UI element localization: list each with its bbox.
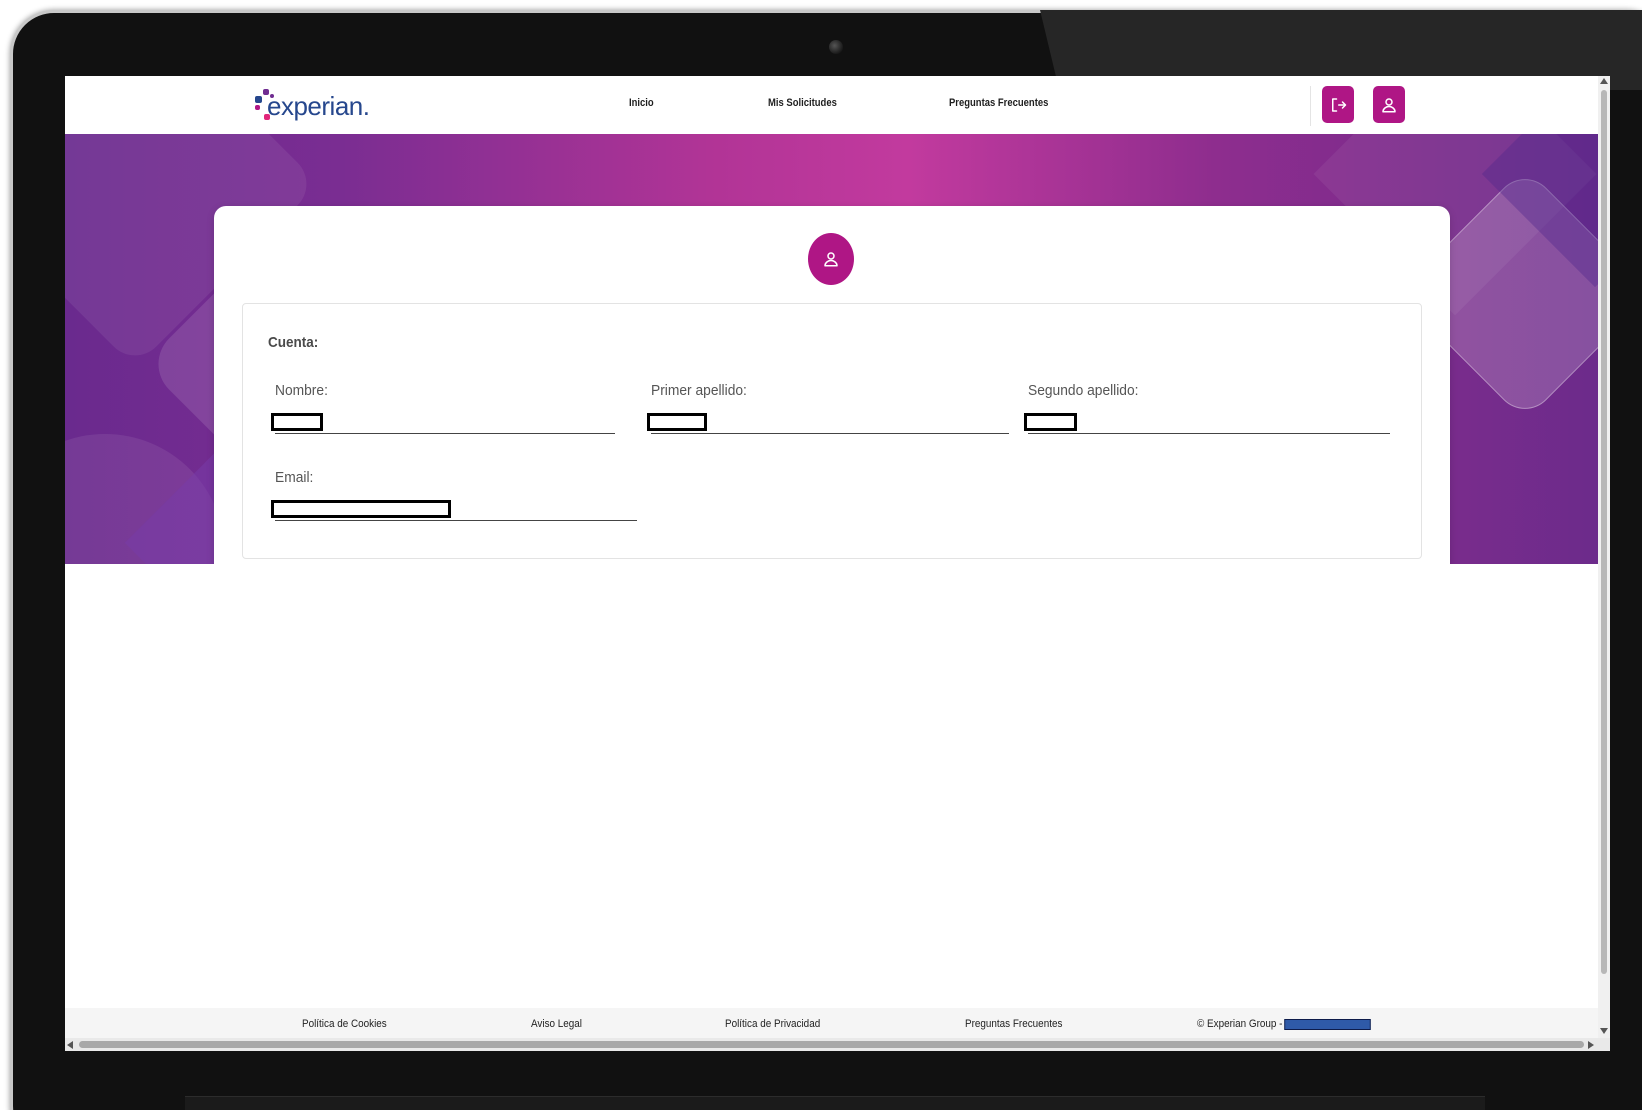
experian-logo[interactable]: experian. <box>255 86 370 126</box>
account-section-title: Cuenta: <box>268 334 319 351</box>
footer-faq-link[interactable]: Preguntas Frecuentes <box>965 1018 1062 1030</box>
scroll-left-icon[interactable] <box>67 1041 73 1049</box>
copyright-text: © Experian Group - <box>1197 1018 1283 1030</box>
browser-viewport: experian. Inicio Mis Solicitudes Pregunt… <box>65 76 1610 1051</box>
top-header: experian. Inicio Mis Solicitudes Pregunt… <box>65 76 1598 134</box>
footer-cookies-link[interactable]: Política de Cookies <box>302 1018 387 1030</box>
footer-copyright: © Experian Group - <box>1197 1018 1371 1030</box>
scroll-up-icon[interactable] <box>1600 78 1608 84</box>
account-panel: Cuenta: Nombre: Primer apellido: Segundo… <box>242 303 1422 559</box>
redacted-value <box>1024 413 1077 431</box>
nombre-input[interactable] <box>271 410 615 434</box>
logout-button[interactable] <box>1322 86 1354 123</box>
email-input[interactable] <box>271 497 637 521</box>
segundo-apellido-label: Segundo apellido: <box>1028 382 1139 399</box>
scroll-right-icon[interactable] <box>1588 1041 1594 1049</box>
redacted-value <box>271 500 451 518</box>
nombre-field: Nombre: <box>271 382 615 434</box>
nombre-label: Nombre: <box>275 382 328 399</box>
segundo-apellido-field: Segundo apellido: <box>1024 382 1390 434</box>
profile-avatar <box>808 233 854 285</box>
horizontal-scroll-thumb[interactable] <box>79 1041 1584 1048</box>
page-footer: Política de Cookies Aviso Legal Política… <box>65 1008 1598 1038</box>
nav-inicio[interactable]: Inicio <box>629 97 654 109</box>
horizontal-scrollbar[interactable] <box>65 1038 1610 1051</box>
logo-dot <box>255 96 262 103</box>
primer-apellido-input[interactable] <box>647 410 1009 434</box>
logo-text: experian. <box>267 91 370 121</box>
primer-apellido-label: Primer apellido: <box>651 382 747 399</box>
profile-button[interactable] <box>1373 86 1405 123</box>
primer-apellido-field: Primer apellido: <box>647 382 1009 434</box>
segundo-apellido-input[interactable] <box>1024 410 1390 434</box>
nav-mis-solicitudes[interactable]: Mis Solicitudes <box>768 97 837 109</box>
email-field: Email: <box>271 469 637 521</box>
hero-banner: Cuenta: Nombre: Primer apellido: Segundo… <box>65 134 1598 564</box>
laptop-chin <box>185 1096 1485 1110</box>
redacted-value <box>647 413 707 431</box>
user-icon <box>1382 97 1396 112</box>
footer-privacidad-link[interactable]: Política de Privacidad <box>725 1018 820 1030</box>
nav-preguntas-frecuentes[interactable]: Preguntas Frecuentes <box>949 97 1048 109</box>
redacted-value <box>1284 1018 1371 1030</box>
logout-icon <box>1332 97 1347 112</box>
vertical-scroll-thumb[interactable] <box>1601 90 1607 974</box>
webcam <box>829 40 843 54</box>
user-icon <box>824 252 838 267</box>
vertical-scrollbar[interactable] <box>1598 76 1610 1038</box>
email-label: Email: <box>275 469 314 486</box>
logo-dot <box>255 105 260 110</box>
header-divider <box>1310 86 1311 126</box>
profile-card: Cuenta: Nombre: Primer apellido: Segundo… <box>214 206 1450 564</box>
scroll-down-icon[interactable] <box>1600 1028 1608 1034</box>
redacted-value <box>271 413 323 431</box>
footer-aviso-legal-link[interactable]: Aviso Legal <box>531 1018 582 1030</box>
